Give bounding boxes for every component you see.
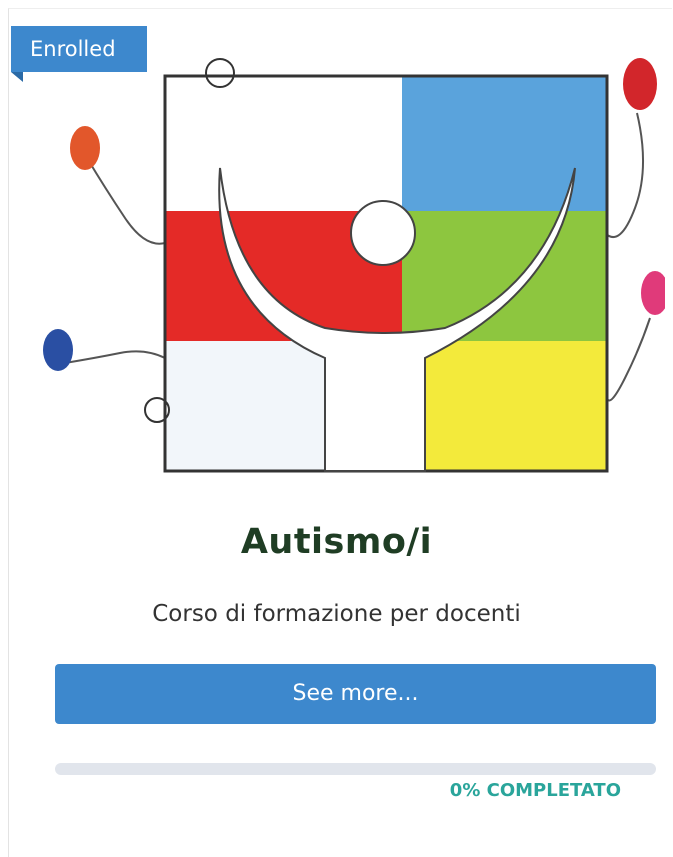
balloon-blue — [43, 329, 73, 371]
person-head — [350, 200, 416, 266]
course-subtitle: Corso di formazione per docenti — [152, 601, 521, 627]
puzzle-blue — [402, 76, 607, 211]
course-title: Autismo/i — [240, 522, 433, 562]
puzzle-yellow — [402, 341, 607, 471]
balloon-string-right-bottom — [606, 317, 651, 402]
puzzle-white-top — [165, 76, 402, 211]
course-image[interactable] — [25, 28, 665, 483]
puzzle-knob-top — [205, 58, 235, 88]
balloon-string-right-top — [604, 112, 644, 239]
badge-fold — [11, 72, 23, 82]
balloon-pink — [641, 271, 665, 315]
balloon-red — [623, 58, 657, 110]
balloon-string-left-bottom — [64, 350, 166, 364]
balloon-string-left-top — [86, 157, 166, 245]
progress-label: 0% COMPLETATO — [449, 780, 621, 801]
progress-bar — [55, 763, 656, 775]
balloon-orange — [70, 126, 100, 170]
see-more-button[interactable]: See more... — [55, 664, 656, 724]
enrolled-badge: Enrolled — [11, 26, 147, 72]
puzzle-green — [402, 211, 607, 341]
